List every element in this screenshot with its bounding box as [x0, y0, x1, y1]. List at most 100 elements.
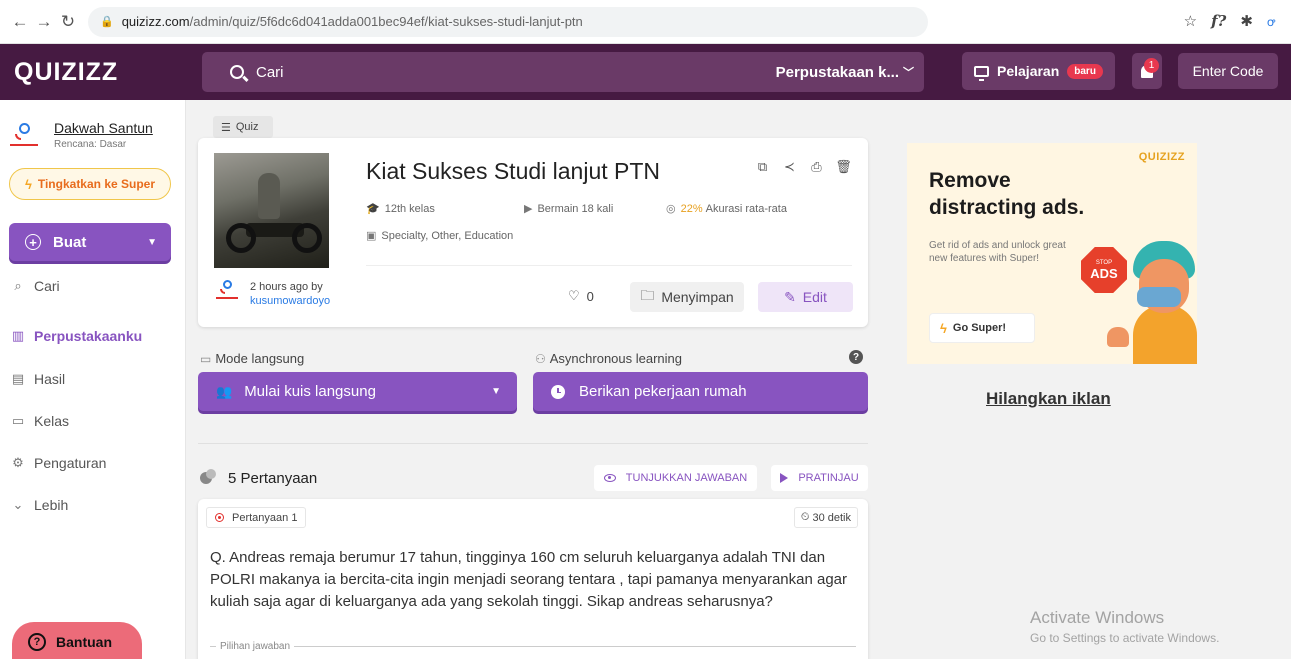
questions-icon [200, 469, 216, 485]
start-live-quiz-label: Mulai kuis langsung [244, 383, 376, 400]
search-icon: ⌕ [14, 278, 22, 293]
browser-toolbar: ← → ↻ 🔒 quizizz.com /admin/quiz/5f6dc6d0… [0, 0, 1291, 44]
url-path: /admin/quiz/5f6dc6d041adda001bec94ef/kia… [189, 14, 583, 29]
ad-title-line2: distracting ads. [929, 196, 1085, 219]
bell-icon: 1 [1141, 57, 1159, 78]
search-bar[interactable]: Cari Perpustakaan k... ﹀ [202, 52, 924, 92]
sidebar-item-label: Pengaturan [34, 455, 107, 471]
assign-homework-button[interactable]: Berikan pekerjaan rumah [533, 372, 868, 411]
sidebar-item-search[interactable]: ⌕ Cari [10, 274, 59, 298]
remove-ads-link[interactable]: Hilangkan iklan [986, 389, 1111, 409]
sidebar-item-label: Kelas [34, 413, 70, 429]
sidebar: Dakwah Santun Rencana: Dasar ϟ Tingkatka… [0, 100, 186, 659]
preview-label: PRATINJAU [798, 472, 859, 484]
library-icon: ▥ [11, 328, 25, 343]
graduation-cap-icon: 🎓 [366, 203, 380, 215]
quiz-plays-text: Bermain 18 kali [537, 202, 614, 215]
new-badge: baru [1067, 63, 1103, 79]
delete-icon[interactable]: 🗑 [833, 156, 854, 177]
quiz-accuracy: ◎ 22% Akurasi rata-rata [666, 202, 787, 216]
upgrade-label: Tingkatkan ke Super [37, 177, 156, 191]
sidebar-item-results[interactable]: ▤ Hasil [10, 367, 65, 391]
watermark-line2: Go to Settings to activate Windows. [1030, 631, 1220, 645]
start-live-quiz-button[interactable]: 👥 Mulai kuis langsung ▼ [198, 372, 517, 411]
monitor-icon [974, 65, 989, 81]
lightning-icon: ϟ [24, 176, 32, 192]
book-icon: ▣ [366, 230, 377, 242]
star-icon[interactable]: ☆ [1184, 12, 1197, 30]
sidebar-item-my-library[interactable]: ▥ Perpustakaanku [10, 324, 142, 348]
list-icon: ☰ [221, 121, 231, 134]
chevron-down-icon: ﹀ [903, 67, 914, 79]
divider [198, 443, 868, 444]
profile-icon[interactable]: ꝍ [1267, 13, 1275, 30]
edit-button[interactable]: ✎ Edit [758, 282, 853, 312]
save-button[interactable]: 🗀 Menyimpan [630, 282, 744, 312]
preview-button[interactable]: PRATINJAU [771, 465, 868, 491]
back-arrow-icon[interactable]: ← [8, 12, 32, 32]
group-icon: 👥 [216, 383, 233, 399]
help-label: Bantuan [56, 634, 112, 650]
question-time-badge: ⏲ 30 detik [793, 507, 858, 528]
play-circle-icon: ▶ [524, 203, 533, 215]
ad-title-line1: Remove [929, 169, 1011, 192]
forward-arrow-icon[interactable]: → [32, 12, 56, 32]
sidebar-item-label: Lebih [34, 497, 69, 513]
help-circle-icon[interactable]: ? [849, 350, 863, 364]
library-select-label: Perpustakaan k... [775, 63, 899, 81]
users-icon: ⚇ [535, 351, 546, 366]
search-input[interactable]: Cari [256, 64, 284, 81]
quiz-grade-text: 12th kelas [384, 202, 435, 215]
reload-icon[interactable]: ↻ [56, 12, 80, 32]
lessons-button[interactable]: Pelajaran baru [962, 52, 1115, 90]
caret-down-icon[interactable]: ▼ [491, 386, 501, 397]
sidebar-item-label: Hasil [34, 371, 66, 387]
sidebar-item-more[interactable]: ⌄ Lebih [10, 493, 69, 517]
sidebar-item-classes[interactable]: ▭ Kelas [10, 409, 69, 433]
quiz-subjects: ▣ Specialty, Other, Education [366, 229, 514, 243]
caret-down-icon: ▼ [147, 236, 157, 248]
author-link[interactable]: kusumowardoyo [250, 295, 330, 307]
user-profile[interactable]: Dakwah Santun Rencana: Dasar [10, 120, 153, 150]
upgrade-button[interactable]: ϟ Tingkatkan ke Super [9, 168, 171, 200]
like-count: 0 [586, 288, 594, 304]
like-button[interactable]: ♡ 0 [568, 282, 594, 310]
quiz-plays: ▶ Bermain 18 kali [524, 202, 614, 216]
notifications-button[interactable]: 1 [1132, 53, 1162, 89]
activate-windows-watermark: Activate Windows Go to Settings to activ… [1030, 608, 1219, 645]
quiz-subjects-text: Specialty, Other, Education [381, 229, 514, 242]
assign-homework-label: Berikan pekerjaan rumah [579, 383, 747, 400]
go-super-button[interactable]: ϟ Go Super! [929, 313, 1035, 343]
quizizz-logo[interactable]: QUIZIZZ [0, 58, 186, 87]
question-text: Q. Andreas remaja berumur 17 tahun, ting… [210, 549, 848, 610]
divider [366, 265, 852, 266]
show-answers-button[interactable]: TUNJUKKAN JAWABAN [594, 465, 757, 491]
accuracy-label: Akurasi rata-rata [705, 202, 787, 215]
chart-icon: ▤ [11, 371, 25, 386]
async-mode-text: Asynchronous learning [549, 351, 683, 366]
quiz-actions: ⧉ ≺ ⎙ 🗑 [752, 156, 854, 177]
live-mode-text: Mode langsung [215, 351, 305, 366]
lock-icon: 🔒 [100, 16, 114, 28]
library-select[interactable]: Perpustakaan k... ﹀ [776, 52, 914, 92]
accuracy-value: 22% [680, 202, 703, 215]
created-time: 2 hours ago by [250, 281, 323, 293]
puzzle-icon[interactable]: ✱ [1240, 12, 1253, 30]
live-mode-label: ▭ Mode langsung [200, 351, 304, 366]
show-answers-label: TUNJUKKAN JAWABAN [625, 472, 748, 484]
eye-icon [603, 474, 616, 482]
print-icon[interactable]: ⎙ [806, 156, 827, 177]
enter-code-button[interactable]: Enter Code [1178, 53, 1278, 89]
duplicate-icon[interactable]: ⧉ [752, 156, 773, 177]
user-name[interactable]: Dakwah Santun [54, 120, 153, 136]
create-button[interactable]: + Buat ▼ [9, 223, 171, 261]
ad-text: Get rid of ads and unlock great new feat… [929, 240, 1066, 264]
address-bar[interactable]: 🔒 quizizz.com /admin/quiz/5f6dc6d041adda… [88, 6, 928, 37]
sidebar-item-settings[interactable]: ⚙ Pengaturan [10, 451, 106, 475]
help-button[interactable]: ? Bantuan [12, 622, 142, 659]
gear-icon: ⚙ [12, 455, 24, 470]
ad-banner[interactable]: QUIZIZZ Remove distracting ads. Get rid … [907, 143, 1197, 364]
quiz-type-label: Quiz [235, 121, 259, 133]
formula-extension-icon[interactable]: f? [1211, 12, 1226, 30]
share-icon[interactable]: ≺ [779, 156, 800, 177]
